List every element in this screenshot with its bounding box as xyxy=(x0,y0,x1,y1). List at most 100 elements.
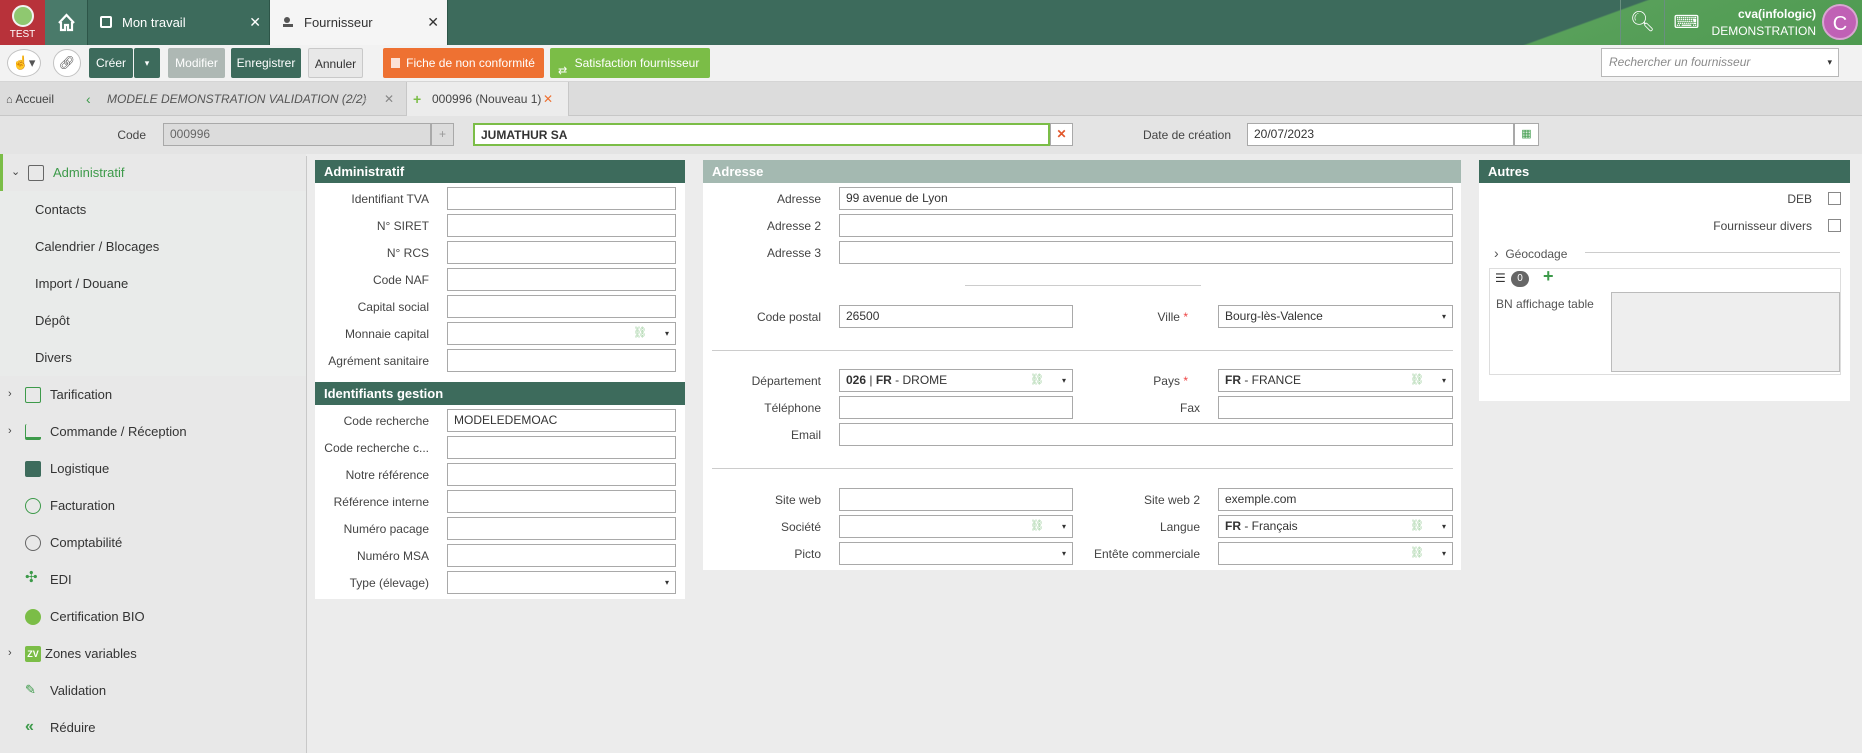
telephone-field[interactable] xyxy=(839,396,1073,419)
save-button[interactable]: Enregistrer xyxy=(231,48,301,78)
code-label: Code xyxy=(117,128,146,142)
administratif-field-input[interactable] xyxy=(447,349,676,372)
cancel-button[interactable]: Annuler xyxy=(308,48,363,78)
sidebar-item-commande[interactable]: › Commande / Réception xyxy=(0,413,306,450)
identifiants-field-input[interactable] xyxy=(447,544,676,567)
date-field[interactable]: 20/07/2023 xyxy=(1247,123,1514,146)
administratif-field-label: Code NAF xyxy=(372,273,429,287)
tab-fournisseur[interactable]: Fournisseur ✕ xyxy=(270,0,448,45)
sidebar-item-reduire[interactable]: « Réduire xyxy=(0,709,306,746)
administratif-field-input[interactable] xyxy=(447,268,676,291)
sidebar-item-facturation[interactable]: Facturation xyxy=(0,487,306,524)
app-logo[interactable]: TEST xyxy=(0,0,45,45)
sidebar-item-import[interactable]: Import / Douane xyxy=(0,265,306,302)
cart-icon xyxy=(25,424,41,440)
code-postal-field[interactable]: 26500 xyxy=(839,305,1073,328)
create-dropdown-button[interactable]: ▾ xyxy=(134,48,160,78)
clear-icon[interactable]: ✕ xyxy=(1050,123,1073,146)
plus-icon[interactable]: + xyxy=(431,123,454,146)
departement-label: Département xyxy=(751,374,821,388)
departement-select[interactable]: 026 | FR - DROME ⛓ ▾ xyxy=(839,369,1073,392)
administratif-field-input[interactable] xyxy=(447,187,676,210)
identifiants-field-input[interactable]: ▾ xyxy=(447,571,676,594)
sidebar-item-contacts[interactable]: Contacts xyxy=(0,191,306,228)
identifiants-field-input[interactable] xyxy=(447,490,676,513)
administratif-field-input[interactable]: ▾ ⛓ xyxy=(447,322,676,345)
breadcrumb-model[interactable]: MODELE DEMONSTRATION VALIDATION (2/2) xyxy=(107,82,367,116)
calendar-icon xyxy=(100,16,112,28)
sidebar-item-administratif[interactable]: ⌄ Administratif xyxy=(0,154,306,191)
fax-label: Fax xyxy=(1179,401,1200,415)
link-icon[interactable]: 🔗︎ xyxy=(53,49,81,77)
link-icon[interactable]: ⛓ xyxy=(1410,516,1424,537)
home-button[interactable] xyxy=(45,0,88,45)
identifiants-field-label: Type (élevage) xyxy=(349,576,429,590)
administratif-field-input[interactable] xyxy=(447,295,676,318)
link-icon[interactable]: ⛓ xyxy=(1030,516,1044,537)
link-icon[interactable]: ⛓ xyxy=(1410,370,1424,391)
sidebar-item-zones[interactable]: › ZV Zones variables xyxy=(0,635,306,672)
chevron-right-icon: › xyxy=(8,425,12,437)
avatar[interactable]: C xyxy=(1822,4,1858,40)
keyboard-icon[interactable]: ⌨ xyxy=(1664,0,1708,45)
user-info[interactable]: cva(infologic) DEMONSTRATION xyxy=(1710,6,1816,40)
geocodage-toggle[interactable]: › Géocodage xyxy=(1494,245,1567,261)
picto-select[interactable]: ▾ xyxy=(839,542,1073,565)
adresse2-field[interactable] xyxy=(839,214,1453,237)
satisfaction-button[interactable]: ⇄ Satisfaction fournisseur xyxy=(550,48,710,78)
identifiants-field-input[interactable]: MODELEDEMOAC xyxy=(447,409,676,432)
supplier-search-input[interactable]: Rechercher un fournisseur ▾ xyxy=(1601,48,1839,77)
link-icon[interactable]: ⛓ xyxy=(633,323,647,344)
name-field[interactable]: JUMATHUR SA xyxy=(473,123,1050,146)
identifiants-field-input[interactable] xyxy=(447,436,676,459)
administratif-field-input[interactable] xyxy=(447,214,676,237)
close-icon[interactable]: ✕ xyxy=(384,82,394,116)
fournisseur-divers-checkbox[interactable] xyxy=(1828,219,1841,232)
link-icon[interactable]: ⛓ xyxy=(1410,543,1424,564)
pointer-menu-button[interactable]: ☝▾ xyxy=(7,49,41,77)
fax-field[interactable] xyxy=(1218,396,1453,419)
chevron-left-icon[interactable]: ‹ xyxy=(86,82,91,116)
email-field[interactable] xyxy=(839,423,1453,446)
calendar-icon[interactable]: ▦ xyxy=(1514,123,1539,146)
site-web2-field[interactable]: exemple.com xyxy=(1218,488,1453,511)
identifiants-field-input[interactable] xyxy=(447,517,676,540)
administratif-field-label: Agrément sanitaire xyxy=(328,354,429,368)
close-icon[interactable]: ✕ xyxy=(543,82,553,116)
chevron-right-icon: › xyxy=(363,92,367,106)
sidebar-item-divers[interactable]: Divers xyxy=(0,339,306,376)
sidebar-item-bio[interactable]: Certification BIO xyxy=(0,598,306,635)
identifiants-field-input[interactable] xyxy=(447,463,676,486)
nonconformity-button[interactable]: Fiche de non conformité xyxy=(383,48,544,78)
pays-select[interactable]: FR - FRANCE ⛓ ▾ xyxy=(1218,369,1453,392)
societe-select[interactable]: ⛓ ▾ xyxy=(839,515,1073,538)
link-icon[interactable]: ⛓ xyxy=(1030,370,1044,391)
modify-button[interactable]: Modifier xyxy=(168,48,225,78)
close-icon[interactable]: ✕ xyxy=(427,0,439,45)
list-icon[interactable]: ☰ xyxy=(1495,271,1506,285)
adresse3-field[interactable] xyxy=(839,241,1453,264)
sidebar-item-validation[interactable]: ✎ Validation xyxy=(0,672,306,709)
sidebar-item-calendrier[interactable]: Calendrier / Blocages xyxy=(0,228,306,265)
ville-select[interactable]: Bourg-lès-Valence ▾ xyxy=(1218,305,1453,328)
create-button[interactable]: Créer xyxy=(89,48,133,78)
adresse-field[interactable]: 99 avenue de Lyon xyxy=(839,187,1453,210)
code-field[interactable]: 000996 xyxy=(163,123,431,146)
sidebar-item-depot[interactable]: Dépôt xyxy=(0,302,306,339)
breadcrumb-home[interactable]: ⌂ Accueil xyxy=(6,82,54,116)
sidebar-item-logistique[interactable]: Logistique xyxy=(0,450,306,487)
tab-mon-travail[interactable]: Mon travail ✕ xyxy=(88,0,270,45)
close-icon[interactable]: ✕ xyxy=(249,0,261,45)
langue-select[interactable]: FR - Français ⛓ ▾ xyxy=(1218,515,1453,538)
entete-select[interactable]: ⛓ ▾ xyxy=(1218,542,1453,565)
search-icon[interactable]: 🔍︎ xyxy=(1620,0,1664,45)
identifiants-field-label: Code recherche c... xyxy=(324,441,429,455)
administratif-field-input[interactable] xyxy=(447,241,676,264)
sidebar-item-tarification[interactable]: › Tarification xyxy=(0,376,306,413)
site-web-field[interactable] xyxy=(839,488,1073,511)
add-icon[interactable]: + xyxy=(1543,266,1554,287)
deb-checkbox[interactable] xyxy=(1828,192,1841,205)
sidebar-item-comptabilite[interactable]: Comptabilité xyxy=(0,524,306,561)
sidebar-item-edi[interactable]: ✣ EDI xyxy=(0,561,306,598)
bn-textarea[interactable] xyxy=(1611,292,1840,372)
